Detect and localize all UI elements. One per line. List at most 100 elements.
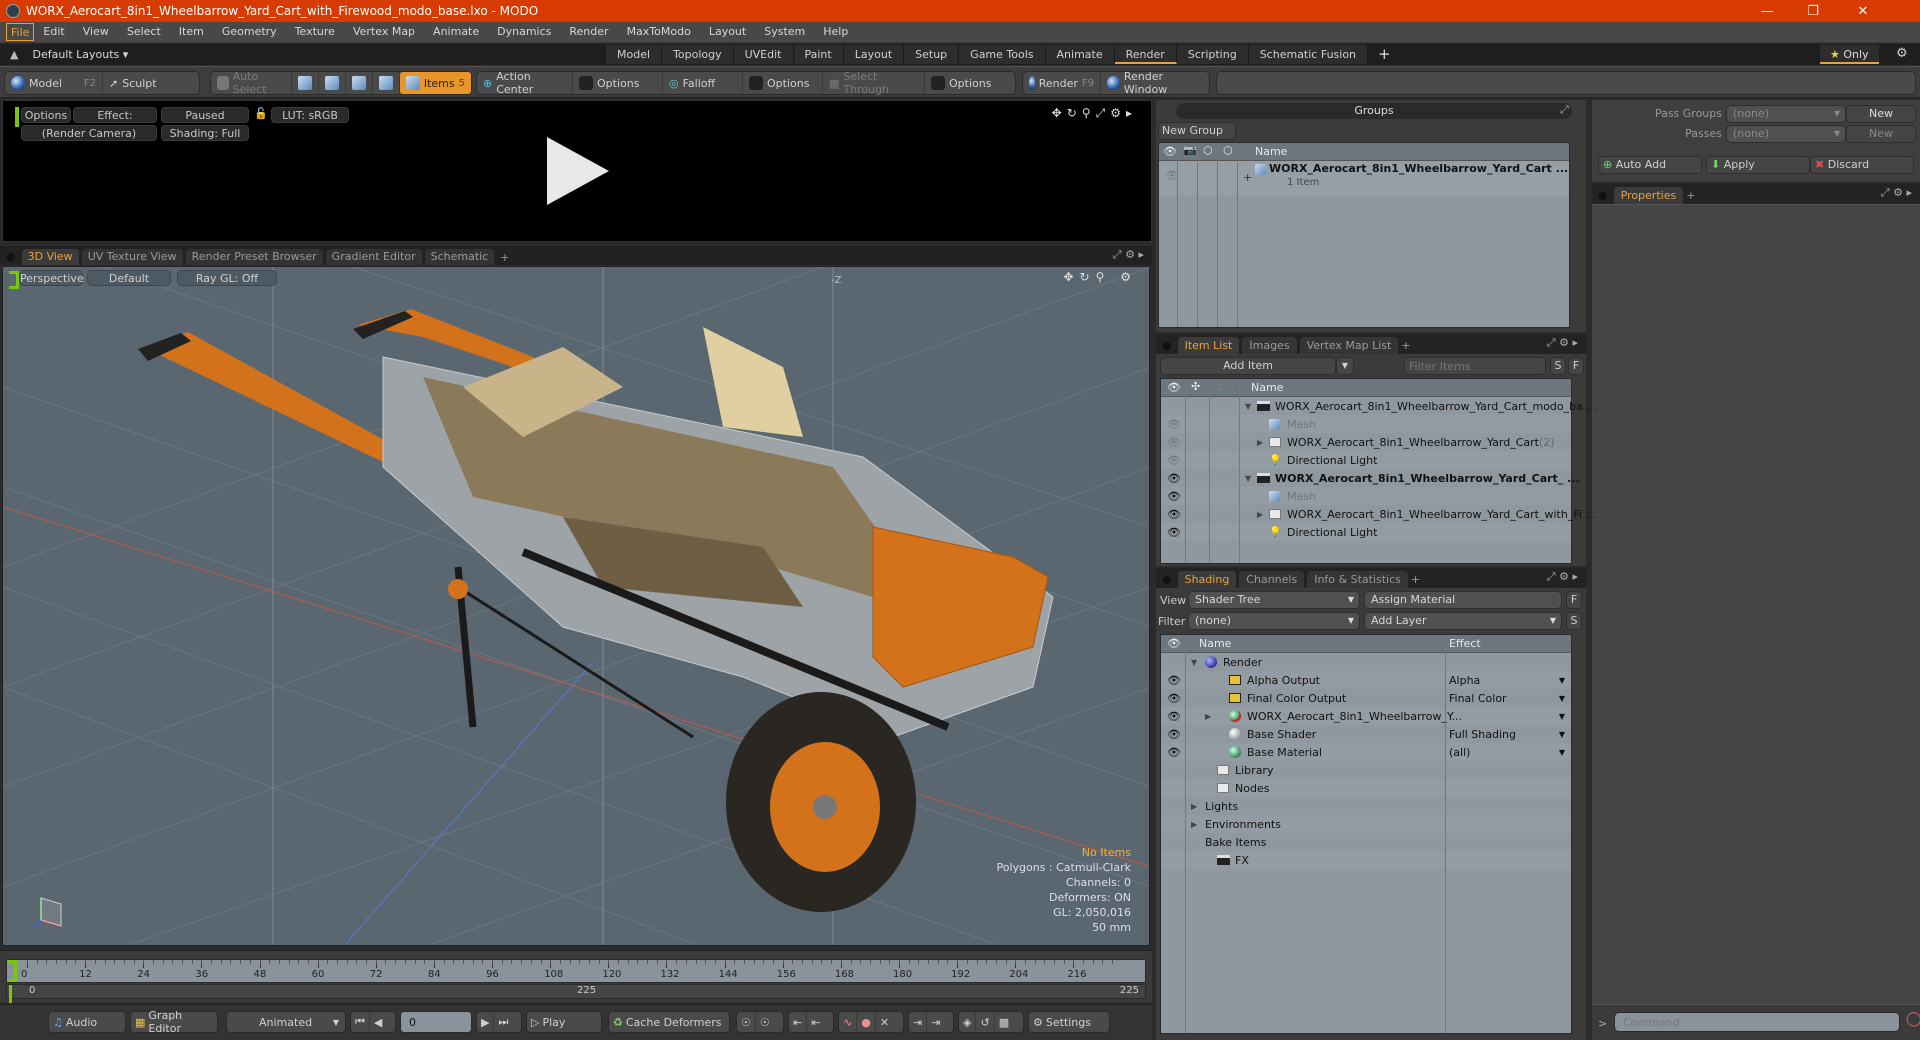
effect-dropdown-icon[interactable]: ▼ — [1559, 676, 1565, 685]
menu-view[interactable]: View — [74, 23, 118, 41]
effect-dropdown-icon[interactable]: ▼ — [1559, 730, 1565, 739]
expand-arrow-icon[interactable]: ▶ — [1205, 712, 1211, 721]
layout-tab-layout[interactable]: Layout — [843, 45, 905, 64]
shader-row[interactable]: FX — [1161, 851, 1571, 869]
tab-vertex-map-list[interactable]: Vertex Map List — [1299, 337, 1399, 354]
move-icon[interactable]: ✥ — [1052, 106, 1067, 120]
expand-arrow-icon[interactable]: ▼ — [1191, 658, 1197, 667]
wheelbarrow-model[interactable] — [138, 309, 1054, 912]
effect-dropdown-icon[interactable]: ▼ — [1559, 712, 1565, 721]
filter-items-input[interactable] — [1404, 357, 1546, 375]
select-vertices-button[interactable] — [292, 72, 319, 94]
expand-arrow-icon[interactable]: ▶ — [1257, 438, 1263, 447]
layout-tab-model[interactable]: Model — [606, 45, 663, 64]
restore-button[interactable]: ❐ — [1790, 0, 1836, 22]
frame-input[interactable]: 0 — [400, 1011, 472, 1033]
tab-info-statistics[interactable]: Info & Statistics — [1307, 571, 1408, 588]
render-button[interactable]: Render F9 — [1023, 72, 1101, 94]
tab-schematic[interactable]: Schematic — [424, 249, 495, 265]
sculpt-button[interactable]: ➚ Sculpt — [103, 72, 163, 94]
gear-icon[interactable]: ⚙ — [1893, 186, 1903, 199]
shading-f-button[interactable]: F — [1566, 591, 1582, 609]
filter-s-button[interactable]: S — [1550, 357, 1566, 375]
assign-material-button[interactable]: Assign Material — [1364, 591, 1562, 609]
key-option3-button[interactable]: ▩ — [995, 1012, 1013, 1032]
arrow-right-icon[interactable]: ▸ — [1906, 186, 1912, 199]
item-row[interactable]: 👁 ▶ WORX_Aerocart_8in1_Wheelbarrow_Yard_Ca… — [1161, 433, 1571, 451]
menu-system[interactable]: System — [755, 23, 814, 41]
default-layouts-dropdown[interactable]: Default Layouts ▾ — [32, 48, 128, 61]
action-center-button[interactable]: ⊕ Action Center — [477, 70, 573, 96]
add-viewport-tab-button[interactable]: + — [500, 251, 509, 264]
auto-key-button[interactable]: ✕ — [876, 1012, 893, 1032]
render-options-button[interactable]: Options — [21, 107, 71, 123]
expand-arrow-icon[interactable]: ▼ — [1245, 402, 1251, 411]
group-row[interactable]: 👁 + WORX_Aerocart_8in1_Wheelbarrow_Yard_… — [1159, 161, 1569, 195]
menu-maxtomodo[interactable]: MaxToModo — [618, 23, 700, 41]
menu-item[interactable]: Item — [170, 23, 213, 41]
only-toggle[interactable]: ★ Only — [1820, 45, 1879, 64]
item-row[interactable]: 👁 💡 Directional Light — [1161, 451, 1571, 469]
maximize-icon[interactable]: ⤢ — [1547, 336, 1556, 349]
expand-icon[interactable]: + — [1243, 171, 1252, 184]
falloff-button[interactable]: ◎ Falloff — [663, 72, 743, 94]
shader-row[interactable]: Library — [1161, 761, 1571, 779]
menu-edit[interactable]: Edit — [34, 23, 73, 41]
render-window-button[interactable]: Render Window — [1101, 70, 1209, 96]
pass-groups-dropdown[interactable]: (none) ▼ — [1726, 105, 1846, 123]
tab-shading[interactable]: Shading — [1177, 571, 1237, 588]
add-item-button[interactable]: Add Item — [1160, 357, 1336, 375]
pan-icon[interactable]: ✥ — [1063, 270, 1079, 284]
visibility-eye-icon[interactable]: 👁 — [1167, 418, 1181, 431]
prev-key2-button[interactable]: ⇤ — [807, 1012, 824, 1032]
view-dropdown[interactable]: Shader Tree ▼ — [1188, 591, 1360, 609]
layout-tab-paint[interactable]: Paint — [793, 45, 844, 64]
menu-vertex-map[interactable]: Vertex Map — [344, 23, 424, 41]
model-button[interactable]: Model F2 — [5, 72, 103, 94]
command-input[interactable] — [1614, 1012, 1900, 1032]
item-row[interactable]: 👁 Mesh — [1161, 415, 1571, 433]
visibility-eye-icon[interactable]: 👁 — [1167, 490, 1181, 503]
rotate-icon[interactable]: ↻ — [1067, 106, 1082, 120]
raygl-dropdown[interactable]: Ray GL: Off — [177, 270, 277, 286]
default-style-dropdown[interactable]: Default — [87, 270, 171, 286]
select-through-options-button[interactable]: Options — [925, 72, 997, 94]
next-key-button[interactable]: ⇥ — [909, 1012, 928, 1032]
select-materials-button[interactable] — [373, 72, 400, 94]
shader-row[interactable]: 👁 Final Color Output Final Color ▼ — [1161, 689, 1571, 707]
render-preview[interactable]: Options Effect: (Shadi... Paused 🔓 LUT: … — [2, 100, 1152, 242]
layout-up-icon[interactable]: ▲ — [10, 48, 18, 61]
auto-add-button[interactable]: ⊕ Auto Add — [1598, 156, 1702, 174]
new-pass-button[interactable]: New — [1846, 125, 1916, 143]
add-tab-button[interactable]: + — [1686, 189, 1695, 202]
play-render-icon[interactable] — [547, 137, 609, 205]
orbit-icon[interactable]: ↻ — [1080, 270, 1096, 284]
visibility-eye-icon[interactable]: 👁 — [1167, 746, 1181, 759]
lock-icon[interactable]: 🔓 — [254, 107, 268, 120]
perspective-dropdown[interactable]: Perspective — [19, 270, 84, 286]
add-tab-button[interactable]: + — [1401, 339, 1410, 352]
zoom-icon[interactable]: ⚲ — [1082, 106, 1096, 120]
effect-dropdown[interactable]: Effect: (Shadi... — [73, 107, 157, 138]
falloff-options-button[interactable]: Options — [743, 72, 823, 94]
tab-item-list[interactable]: Item List — [1177, 337, 1240, 354]
layout-tab-setup[interactable]: Setup — [904, 45, 960, 64]
action-center-options-button[interactable]: Options — [573, 72, 663, 94]
key-curve-button[interactable]: ∿ — [839, 1012, 858, 1032]
visibility-eye-icon[interactable]: 👁 — [1167, 710, 1181, 723]
arrow-right-icon[interactable]: ▸ — [1138, 248, 1144, 261]
shader-row[interactable]: ▼ Render — [1161, 653, 1571, 671]
close-button[interactable]: ✕ — [1840, 0, 1886, 22]
apply-button[interactable]: ⬇ Apply — [1706, 156, 1810, 174]
step-forward-button[interactable]: ▶ — [477, 1012, 495, 1032]
maximize-icon[interactable]: ⤢ — [1547, 570, 1556, 583]
add-item-dropdown[interactable]: ▼ — [1336, 357, 1354, 375]
gear-icon[interactable]: ⚙ — [1559, 570, 1569, 583]
viewport-layout-icon[interactable] — [9, 271, 19, 289]
arrow-right-icon[interactable]: ▸ — [1572, 570, 1578, 583]
visibility-eye-icon[interactable]: 👁 — [1167, 728, 1181, 741]
add-tab-button[interactable]: + — [1411, 573, 1420, 586]
menu-render[interactable]: Render — [560, 23, 617, 41]
step-back-button[interactable]: ◀ — [370, 1012, 386, 1032]
menu-animate[interactable]: Animate — [424, 23, 488, 41]
